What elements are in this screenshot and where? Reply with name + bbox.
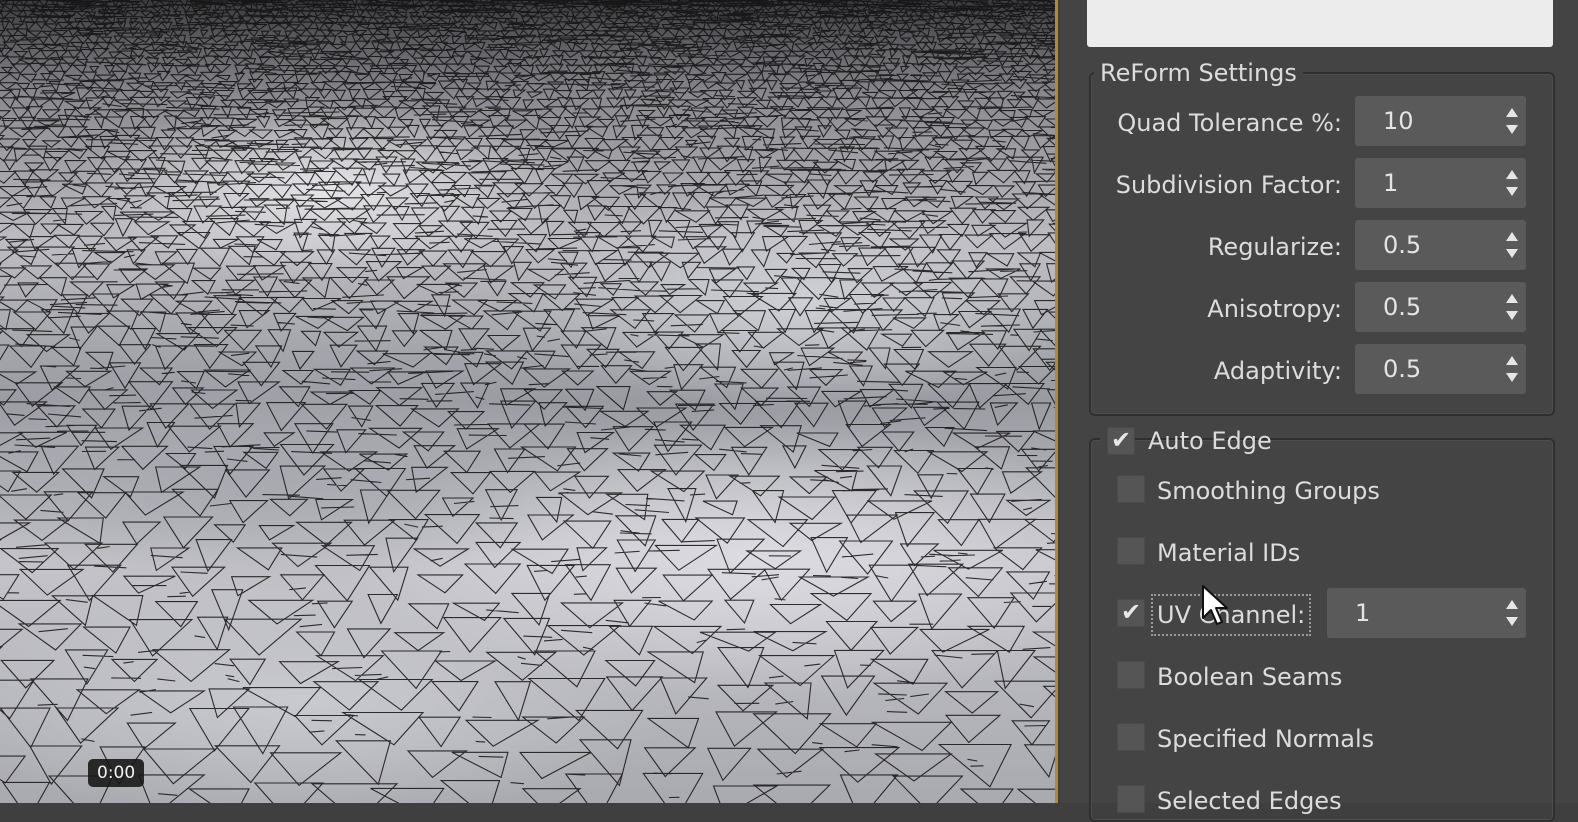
- selected-edges-checkbox[interactable]: [1117, 785, 1145, 813]
- spinner-arrows[interactable]: [1506, 170, 1518, 196]
- boolean-seams-label[interactable]: Boolean Seams: [1157, 662, 1342, 692]
- reform-settings-title: ReForm Settings: [1094, 58, 1303, 88]
- spinner-down-icon[interactable]: [1506, 249, 1518, 258]
- spinner-arrows[interactable]: [1506, 294, 1518, 320]
- wireframe-mesh: [0, 0, 1058, 803]
- subdivision-factor-spinner[interactable]: 1: [1355, 158, 1526, 208]
- viewport[interactable]: 0:00: [0, 0, 1058, 803]
- video-timecode: 0:00: [88, 759, 145, 787]
- regularize-value: 0.5: [1383, 231, 1422, 259]
- spinner-down-icon[interactable]: [1506, 311, 1518, 320]
- spinner-up-icon[interactable]: [1506, 232, 1518, 241]
- uv-channel-value: 1: [1355, 599, 1371, 627]
- uv-channel-spinner[interactable]: 1: [1327, 588, 1526, 638]
- uv-channel-checkbox[interactable]: [1117, 597, 1145, 627]
- selected-edges-label[interactable]: Selected Edges: [1157, 786, 1342, 816]
- spinner-arrows[interactable]: [1506, 232, 1518, 258]
- spinner-up-icon[interactable]: [1506, 170, 1518, 179]
- material-ids-checkbox[interactable]: [1117, 537, 1145, 565]
- specified-normals-label[interactable]: Specified Normals: [1157, 724, 1374, 754]
- spinner-down-icon[interactable]: [1506, 617, 1518, 626]
- spinner-up-icon[interactable]: [1506, 294, 1518, 303]
- material-ids-label[interactable]: Material IDs: [1157, 538, 1300, 568]
- anisotropy-label: Anisotropy:: [1207, 295, 1342, 323]
- anisotropy-value: 0.5: [1383, 293, 1422, 321]
- auto-edge-label[interactable]: Auto Edge: [1148, 426, 1272, 456]
- regularize-label: Regularize:: [1207, 233, 1342, 261]
- spinner-down-icon[interactable]: [1506, 187, 1518, 196]
- spinner-arrows[interactable]: [1506, 356, 1518, 382]
- subdivision-factor-value: 1: [1383, 169, 1399, 197]
- boolean-seams-checkbox[interactable]: [1117, 661, 1145, 689]
- quad-tolerance-label: Quad Tolerance %:: [1117, 109, 1342, 137]
- viewport-active-border: [1055, 0, 1058, 803]
- adaptivity-spinner[interactable]: 0.5: [1355, 344, 1526, 394]
- smoothing-groups-label[interactable]: Smoothing Groups: [1157, 476, 1380, 506]
- wireframe-edges: [0, 0, 1058, 803]
- spinner-up-icon[interactable]: [1506, 600, 1518, 609]
- spinner-arrows[interactable]: [1506, 600, 1518, 626]
- spinner-down-icon[interactable]: [1506, 373, 1518, 382]
- mouse-cursor-icon: [1202, 585, 1228, 625]
- uv-channel-label[interactable]: UV Channel:: [1150, 594, 1312, 636]
- auto-edge-checkbox[interactable]: [1107, 425, 1135, 455]
- spinner-arrows[interactable]: [1506, 108, 1518, 134]
- spinner-up-icon[interactable]: [1506, 108, 1518, 117]
- quad-tolerance-value: 10: [1383, 107, 1414, 135]
- spinner-down-icon[interactable]: [1506, 125, 1518, 134]
- adaptivity-label: Adaptivity:: [1213, 357, 1342, 385]
- specified-normals-checkbox[interactable]: [1117, 723, 1145, 751]
- anisotropy-spinner[interactable]: 0.5: [1355, 282, 1526, 332]
- smoothing-groups-checkbox[interactable]: [1117, 475, 1145, 503]
- spinner-up-icon[interactable]: [1506, 356, 1518, 365]
- name-field[interactable]: [1087, 0, 1553, 47]
- regularize-spinner[interactable]: 0.5: [1355, 220, 1526, 270]
- quad-tolerance-spinner[interactable]: 10: [1355, 96, 1526, 146]
- subdivision-factor-label: Subdivision Factor:: [1115, 171, 1342, 199]
- adaptivity-value: 0.5: [1383, 355, 1422, 383]
